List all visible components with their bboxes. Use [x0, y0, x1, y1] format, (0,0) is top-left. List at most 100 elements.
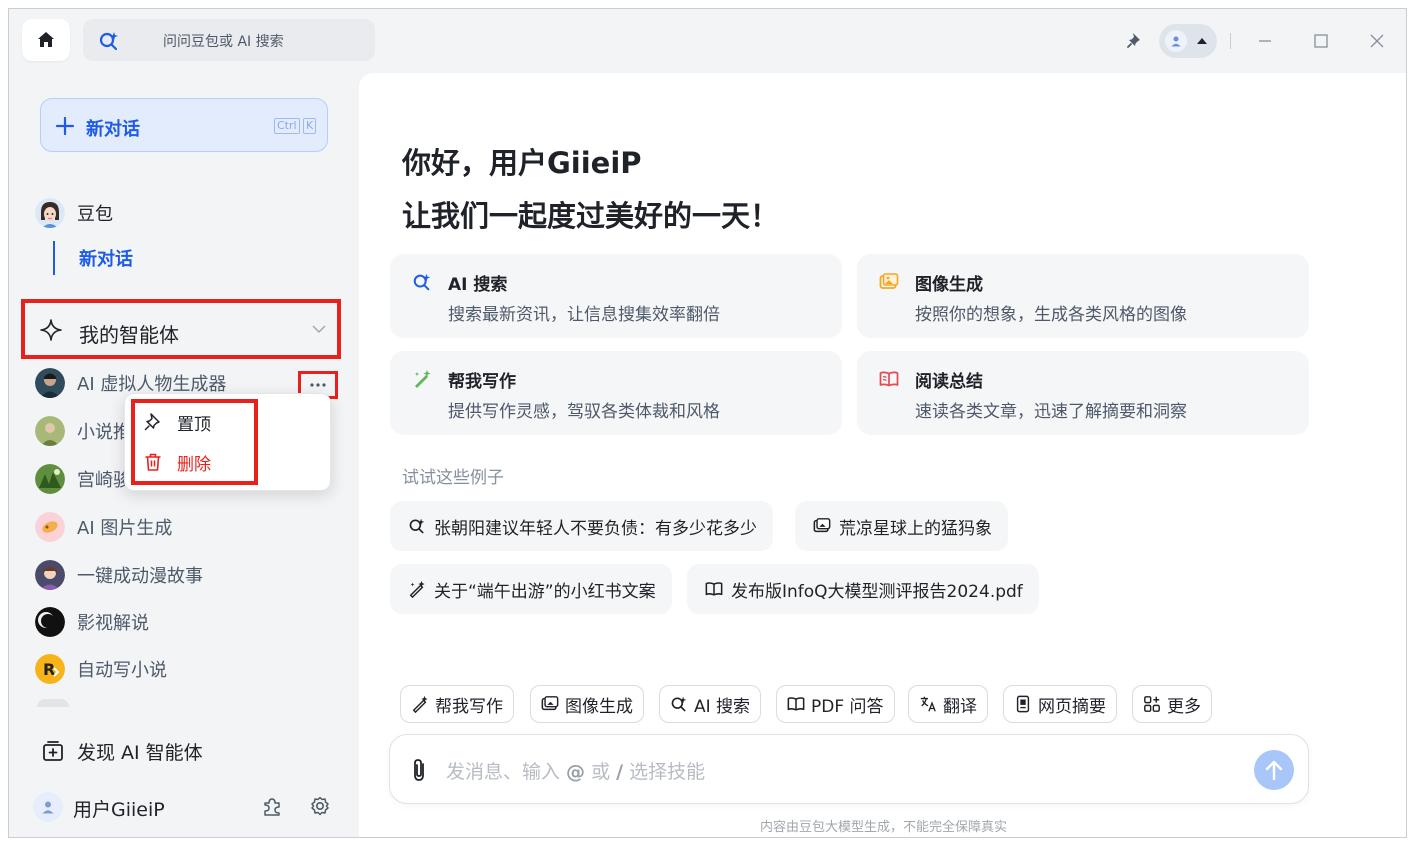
skill-button-webpage[interactable]: 网页摘要	[1003, 685, 1117, 723]
sidebar-item-doubao[interactable]: 豆包	[35, 193, 113, 233]
minimize-icon	[1259, 40, 1271, 42]
feature-card-reading[interactable]: 阅读总结 速读各类文章，迅速了解摘要和洞察	[857, 351, 1309, 435]
title-bar-divider	[1230, 33, 1231, 49]
user-icon	[42, 801, 54, 814]
book-icon	[705, 582, 723, 596]
example-chip-text: 荒凉星球上的猛犸象	[839, 518, 992, 539]
reading-icon	[879, 371, 899, 387]
example-chip[interactable]: 关于“端午出游”的小红书文案	[390, 564, 672, 614]
skill-label: 更多	[1167, 696, 1201, 717]
agent-avatar	[35, 368, 65, 398]
my-agents-label: 我的智能体	[79, 323, 179, 347]
pin-window-icon[interactable]	[1126, 31, 1144, 49]
feature-card-title: 帮我写作	[448, 372, 516, 392]
discover-agents-button[interactable]: 发现 AI 智能体	[41, 729, 203, 773]
more-grid-icon	[1144, 696, 1160, 712]
username: 用户GiieiP	[73, 799, 165, 821]
ai-search-icon	[99, 32, 118, 51]
feature-card-image-gen[interactable]: 图像生成 按照你的想象，生成各类风格的图像	[857, 254, 1309, 338]
agent-avatar	[35, 607, 65, 637]
example-chip-text: 关于“端午出游”的小红书文案	[434, 581, 656, 602]
skill-button-pdf[interactable]: PDF 问答	[776, 685, 895, 723]
feature-card-writing[interactable]: 帮我写作 提供写作灵感，驾驭各类体裁和风格	[390, 351, 842, 435]
skill-label: AI 搜索	[694, 696, 751, 717]
account-switcher[interactable]	[1159, 24, 1217, 58]
feature-card-title: AI 搜索	[448, 275, 508, 295]
greeting-title: 你好，用户GiieiP	[402, 146, 642, 180]
feature-card-title: 图像生成	[915, 275, 983, 295]
top-search-bar[interactable]: 问问豆包或 AI 搜索	[83, 19, 375, 61]
skill-button-image[interactable]: 图像生成	[530, 685, 644, 723]
top-search-placeholder: 问问豆包或 AI 搜索	[163, 34, 284, 50]
example-chip-text: 发布版InfoQ大模型测评报告2024.pdf	[731, 581, 1023, 602]
writing-icon	[409, 580, 425, 598]
title-bar: 问问豆包或 AI 搜索	[9, 9, 1406, 73]
skill-label: PDF 问答	[811, 696, 884, 717]
feature-card-title: 阅读总结	[915, 372, 983, 392]
skill-label: 翻译	[943, 696, 977, 717]
plus-icon	[55, 116, 75, 136]
skill-label: 帮我写作	[435, 696, 503, 717]
discover-agents-icon	[43, 741, 63, 761]
agent-item-partial	[37, 699, 69, 707]
agent-name: 自动写小说	[77, 660, 167, 681]
current-chat-indicator	[53, 241, 55, 275]
message-composer[interactable]: 发消息、输入 @ 或 / 选择技能	[389, 734, 1309, 804]
agent-item[interactable]: AI 图片生成	[35, 507, 172, 547]
ai-search-icon	[409, 518, 425, 534]
minimize-button[interactable]	[1251, 27, 1279, 55]
writing-icon	[415, 370, 431, 388]
home-button[interactable]	[22, 19, 70, 61]
composer-placeholder[interactable]: 发消息、输入 @ 或 / 选择技能	[446, 757, 705, 784]
attachment-paperclip-icon[interactable]	[408, 757, 430, 783]
doubao-avatar	[35, 198, 65, 228]
agent-item[interactable]: 影视解说	[35, 602, 149, 642]
send-button[interactable]	[1254, 750, 1294, 790]
placeholder-text: 选择技能	[623, 761, 706, 783]
user-icon	[1171, 36, 1181, 47]
plugin-icon[interactable]	[261, 795, 283, 817]
close-button[interactable]	[1363, 27, 1391, 55]
agent-item[interactable]: 宫崎骏	[35, 459, 131, 499]
my-agents-section-header[interactable]: 我的智能体	[21, 299, 341, 359]
example-chip[interactable]: 荒凉星球上的猛犸象	[795, 501, 1008, 551]
sidebar-current-chat[interactable]: 新对话	[79, 245, 133, 271]
settings-gear-icon[interactable]	[309, 795, 331, 817]
example-chip[interactable]: 发布版InfoQ大模型测评报告2024.pdf	[687, 564, 1039, 614]
feature-card-desc: 提供写作灵感，驾驭各类体裁和风格	[448, 402, 720, 422]
example-chip[interactable]: 张朝阳建议年轻人不要负债：有多少花多少	[390, 501, 773, 551]
agent-item[interactable]: 一键成动漫故事	[35, 555, 203, 595]
agent-name: AI 图片生成	[77, 518, 173, 539]
skill-button-more[interactable]: 更多	[1132, 685, 1212, 723]
arrow-up-icon	[1265, 760, 1283, 781]
agent-name: 影视解说	[77, 613, 149, 634]
new-chat-label: 新对话	[86, 119, 140, 140]
agent-name: 一键成动漫故事	[77, 566, 203, 587]
maximize-button[interactable]	[1307, 27, 1335, 55]
example-chip-text: 张朝阳建议年轻人不要负债：有多少花多少	[434, 518, 757, 539]
agent-item[interactable]: R 自动写小说	[35, 649, 167, 689]
feature-card-ai-search[interactable]: AI 搜索 搜索最新资讯，让信息搜集效率翻倍	[390, 254, 842, 338]
skill-button-ai-search[interactable]: AI 搜索	[659, 685, 762, 723]
disclaimer-text: 内容由豆包大模型生成，不能完全保障真实	[759, 820, 1007, 835]
image-icon	[813, 518, 831, 533]
agent-avatar	[35, 464, 65, 494]
maximize-icon	[1314, 34, 1328, 48]
agent-item[interactable]: 小说推	[35, 411, 131, 451]
agent-avatar	[35, 560, 65, 590]
sparkle-icon	[40, 319, 62, 341]
agent-avatar	[35, 416, 65, 446]
greeting-subtitle: 让我们一起度过美好的一天！	[402, 199, 780, 233]
app-window: 问问豆包或 AI 搜索 新对话 Ctrl K 豆包 新对话 我的智能体 AI 虚…	[8, 8, 1407, 838]
new-chat-button[interactable]: 新对话 Ctrl K	[40, 98, 328, 152]
title-bar-controls	[806, 9, 1406, 73]
skill-button-writing[interactable]: 帮我写作	[400, 685, 514, 723]
close-icon	[1370, 34, 1384, 48]
agent-avatar	[35, 512, 65, 542]
user-profile-row[interactable]: 用户GiieiP	[33, 787, 343, 827]
home-icon	[38, 32, 54, 47]
user-avatar	[33, 792, 63, 822]
skill-button-translate[interactable]: 翻译	[908, 685, 988, 723]
more-dots-icon	[310, 383, 326, 387]
chevron-down-icon	[312, 325, 326, 334]
